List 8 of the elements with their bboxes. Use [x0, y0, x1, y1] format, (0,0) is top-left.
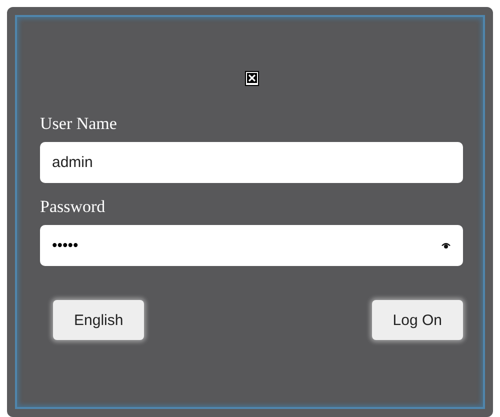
field-label: User Name	[40, 114, 118, 134]
broken-image-icon	[244, 71, 258, 86]
input-field[interactable]: •••••	[40, 225, 463, 266]
field-label: Password	[40, 197, 106, 217]
eye-icon[interactable]	[441, 242, 451, 249]
button[interactable]: English	[53, 300, 144, 340]
button[interactable]: Log On	[372, 300, 463, 340]
input-field[interactable]: admin	[40, 142, 463, 183]
